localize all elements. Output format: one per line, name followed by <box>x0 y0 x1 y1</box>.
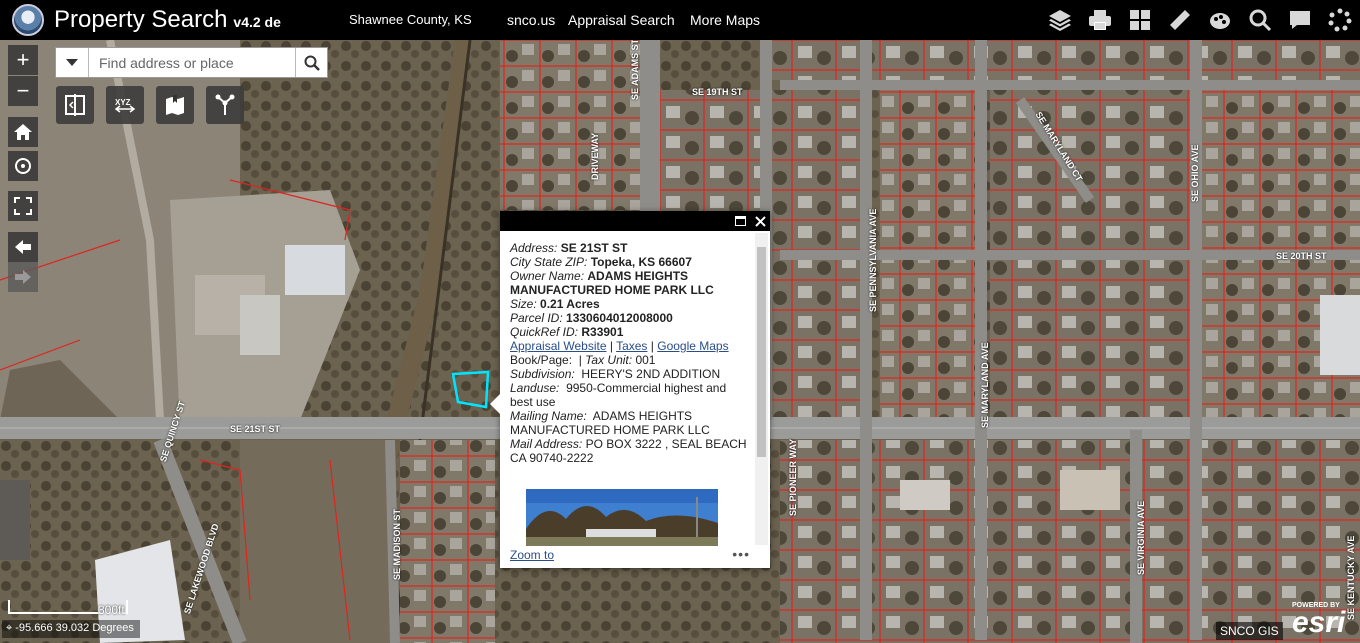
taxunit-value: 001 <box>635 353 656 367</box>
app-version: v4.2 de <box>233 14 281 30</box>
property-photo <box>526 489 718 546</box>
home-button[interactable] <box>8 117 38 147</box>
measure-icon[interactable] <box>1160 0 1200 40</box>
street-label: SE 20TH ST <box>1276 251 1327 261</box>
taxes-link[interactable]: Taxes <box>616 339 647 353</box>
mailaddr-row: Mail Address: PO BOX 3222 , SEAL BEACH C… <box>510 437 747 465</box>
landuse-row: Landuse: 9950-Commercial highest and bes… <box>510 381 727 409</box>
street-label: SE MADISON ST <box>392 508 402 580</box>
app-title-text: Property Search <box>54 6 228 33</box>
street-label: SE VIRGINIA AVE <box>1136 500 1146 575</box>
popup-scrollbar[interactable] <box>755 233 768 545</box>
parcel-row: Parcel ID: 1330604012008000 <box>510 311 673 325</box>
street-label: SE OHIO AVE <box>1190 144 1200 202</box>
appraisal-website-link[interactable]: Appraisal Website <box>510 339 607 353</box>
popup-footer: Zoom to <box>510 548 554 562</box>
app-title: Property Search v4.2 de <box>54 6 281 34</box>
google-maps-link[interactable]: Google Maps <box>657 339 728 353</box>
link-more-maps[interactable]: More Maps <box>690 12 760 28</box>
share-button[interactable] <box>206 86 244 124</box>
swipe-button[interactable] <box>56 86 94 124</box>
xyz-button[interactable]: XYZ <box>106 86 144 124</box>
mailing-row: Mailing Name: ADAMS HEIGHTS MANUFACTURED… <box>510 409 710 437</box>
crosshair-icon: ⌖ <box>6 622 13 634</box>
scale-label: 300ft <box>98 603 125 617</box>
xyz-icon: XYZ <box>114 98 136 113</box>
subdivision-value: HEERY'S 2ND ADDITION <box>581 367 721 381</box>
previous-extent-button[interactable] <box>8 232 38 262</box>
bookmark-icon <box>166 95 184 115</box>
maximize-icon[interactable] <box>730 211 750 231</box>
bookpage-row: Book/Page: | Tax Unit: 001 <box>510 353 656 367</box>
zoom-in-button[interactable]: + <box>8 45 38 75</box>
swipe-icon <box>65 94 85 116</box>
svg-text:XYZ: XYZ <box>115 98 131 107</box>
share-icon <box>215 94 235 115</box>
street-label: SE 21ST ST <box>230 424 281 434</box>
size-value: 0.21 Acres <box>540 297 600 311</box>
fullscreen-icon <box>14 197 32 215</box>
county-label: Shawnee County, KS <box>349 12 472 27</box>
quickref-value: R33901 <box>581 325 624 339</box>
basemap-gallery-icon[interactable] <box>1120 0 1160 40</box>
street-label: SE KENTUCKY AVE <box>1346 535 1356 620</box>
arrow-left-icon <box>15 240 31 254</box>
owner-row: Owner Name: ADAMS HEIGHTS MANUFACTURED H… <box>510 269 714 297</box>
locate-icon <box>15 158 31 174</box>
header-toolbar <box>1040 0 1360 40</box>
esri-wordmark: esri <box>1292 606 1346 639</box>
address-value: SE 21ST ST <box>560 241 628 255</box>
layers-icon[interactable] <box>1040 0 1080 40</box>
county-logo <box>12 4 44 36</box>
close-icon[interactable] <box>750 211 770 231</box>
loading-icon[interactable] <box>1320 0 1360 40</box>
size-row: Size: 0.21 Acres <box>510 297 600 311</box>
search-input[interactable] <box>89 48 295 77</box>
street-label: SE PIONEER WAY <box>788 438 798 516</box>
search-icon <box>304 55 320 71</box>
parcel-value: 1330604012008000 <box>566 311 673 325</box>
search-source-dropdown[interactable] <box>56 48 89 77</box>
popup-titlebar <box>500 211 770 231</box>
parcel-popup: Address: SE 21ST ST City State ZIP: Tope… <box>490 211 770 568</box>
search-widget <box>55 47 328 78</box>
city-row: City State ZIP: Topeka, KS 66607 <box>510 255 692 269</box>
coordinate-readout[interactable]: ⌖ -95.666 39.032 Degrees <box>2 620 140 638</box>
more-options-icon[interactable]: ••• <box>732 546 750 562</box>
home-icon <box>14 124 32 140</box>
attribution-credit: SNCO GIS <box>1216 622 1283 640</box>
fullscreen-button[interactable] <box>8 191 38 221</box>
app-header: Property Search v4.2 de Shawnee County, K… <box>0 0 1360 40</box>
locate-button[interactable] <box>8 151 38 181</box>
street-label: SE ADAMS ST <box>630 40 640 100</box>
comment-icon[interactable] <box>1280 0 1320 40</box>
popup-content: Address: SE 21ST ST City State ZIP: Tope… <box>510 241 752 465</box>
link-appraisal-search[interactable]: Appraisal Search <box>568 12 675 28</box>
bookmark-button[interactable] <box>156 86 194 124</box>
scrollbar-thumb[interactable] <box>757 247 766 457</box>
subdivision-row: Subdivision: HEERY'S 2ND ADDITION <box>510 367 721 381</box>
zoom-to-link[interactable]: Zoom to <box>510 548 554 562</box>
links-row: Appraisal Website | Taxes | Google Maps <box>510 339 729 353</box>
city-value: Topeka, KS 66607 <box>590 255 692 269</box>
street-label: SE PENNSYLVANIA AVE <box>868 208 878 312</box>
address-row: Address: SE 21ST ST <box>510 241 628 255</box>
query-icon[interactable] <box>1240 0 1280 40</box>
street-label: SE MARYLAND AVE <box>980 342 990 428</box>
popup-pointer <box>490 394 500 414</box>
esri-logo: POWERED BY esri <box>1292 602 1346 639</box>
print-icon[interactable] <box>1080 0 1120 40</box>
search-button[interactable] <box>295 48 327 77</box>
quickref-row: QuickRef ID: R33901 <box>510 325 624 339</box>
link-snco[interactable]: snco.us <box>507 12 555 28</box>
chevron-down-icon <box>66 58 78 66</box>
next-extent-button[interactable] <box>8 262 38 292</box>
zoom-out-button[interactable]: − <box>8 76 38 106</box>
draw-icon[interactable] <box>1200 0 1240 40</box>
street-label: DRIVEWAY <box>590 132 600 180</box>
street-label: SE 19TH ST <box>692 87 743 97</box>
arrow-right-icon <box>15 270 31 284</box>
coordinate-value: -95.666 39.032 Degrees <box>15 622 134 634</box>
